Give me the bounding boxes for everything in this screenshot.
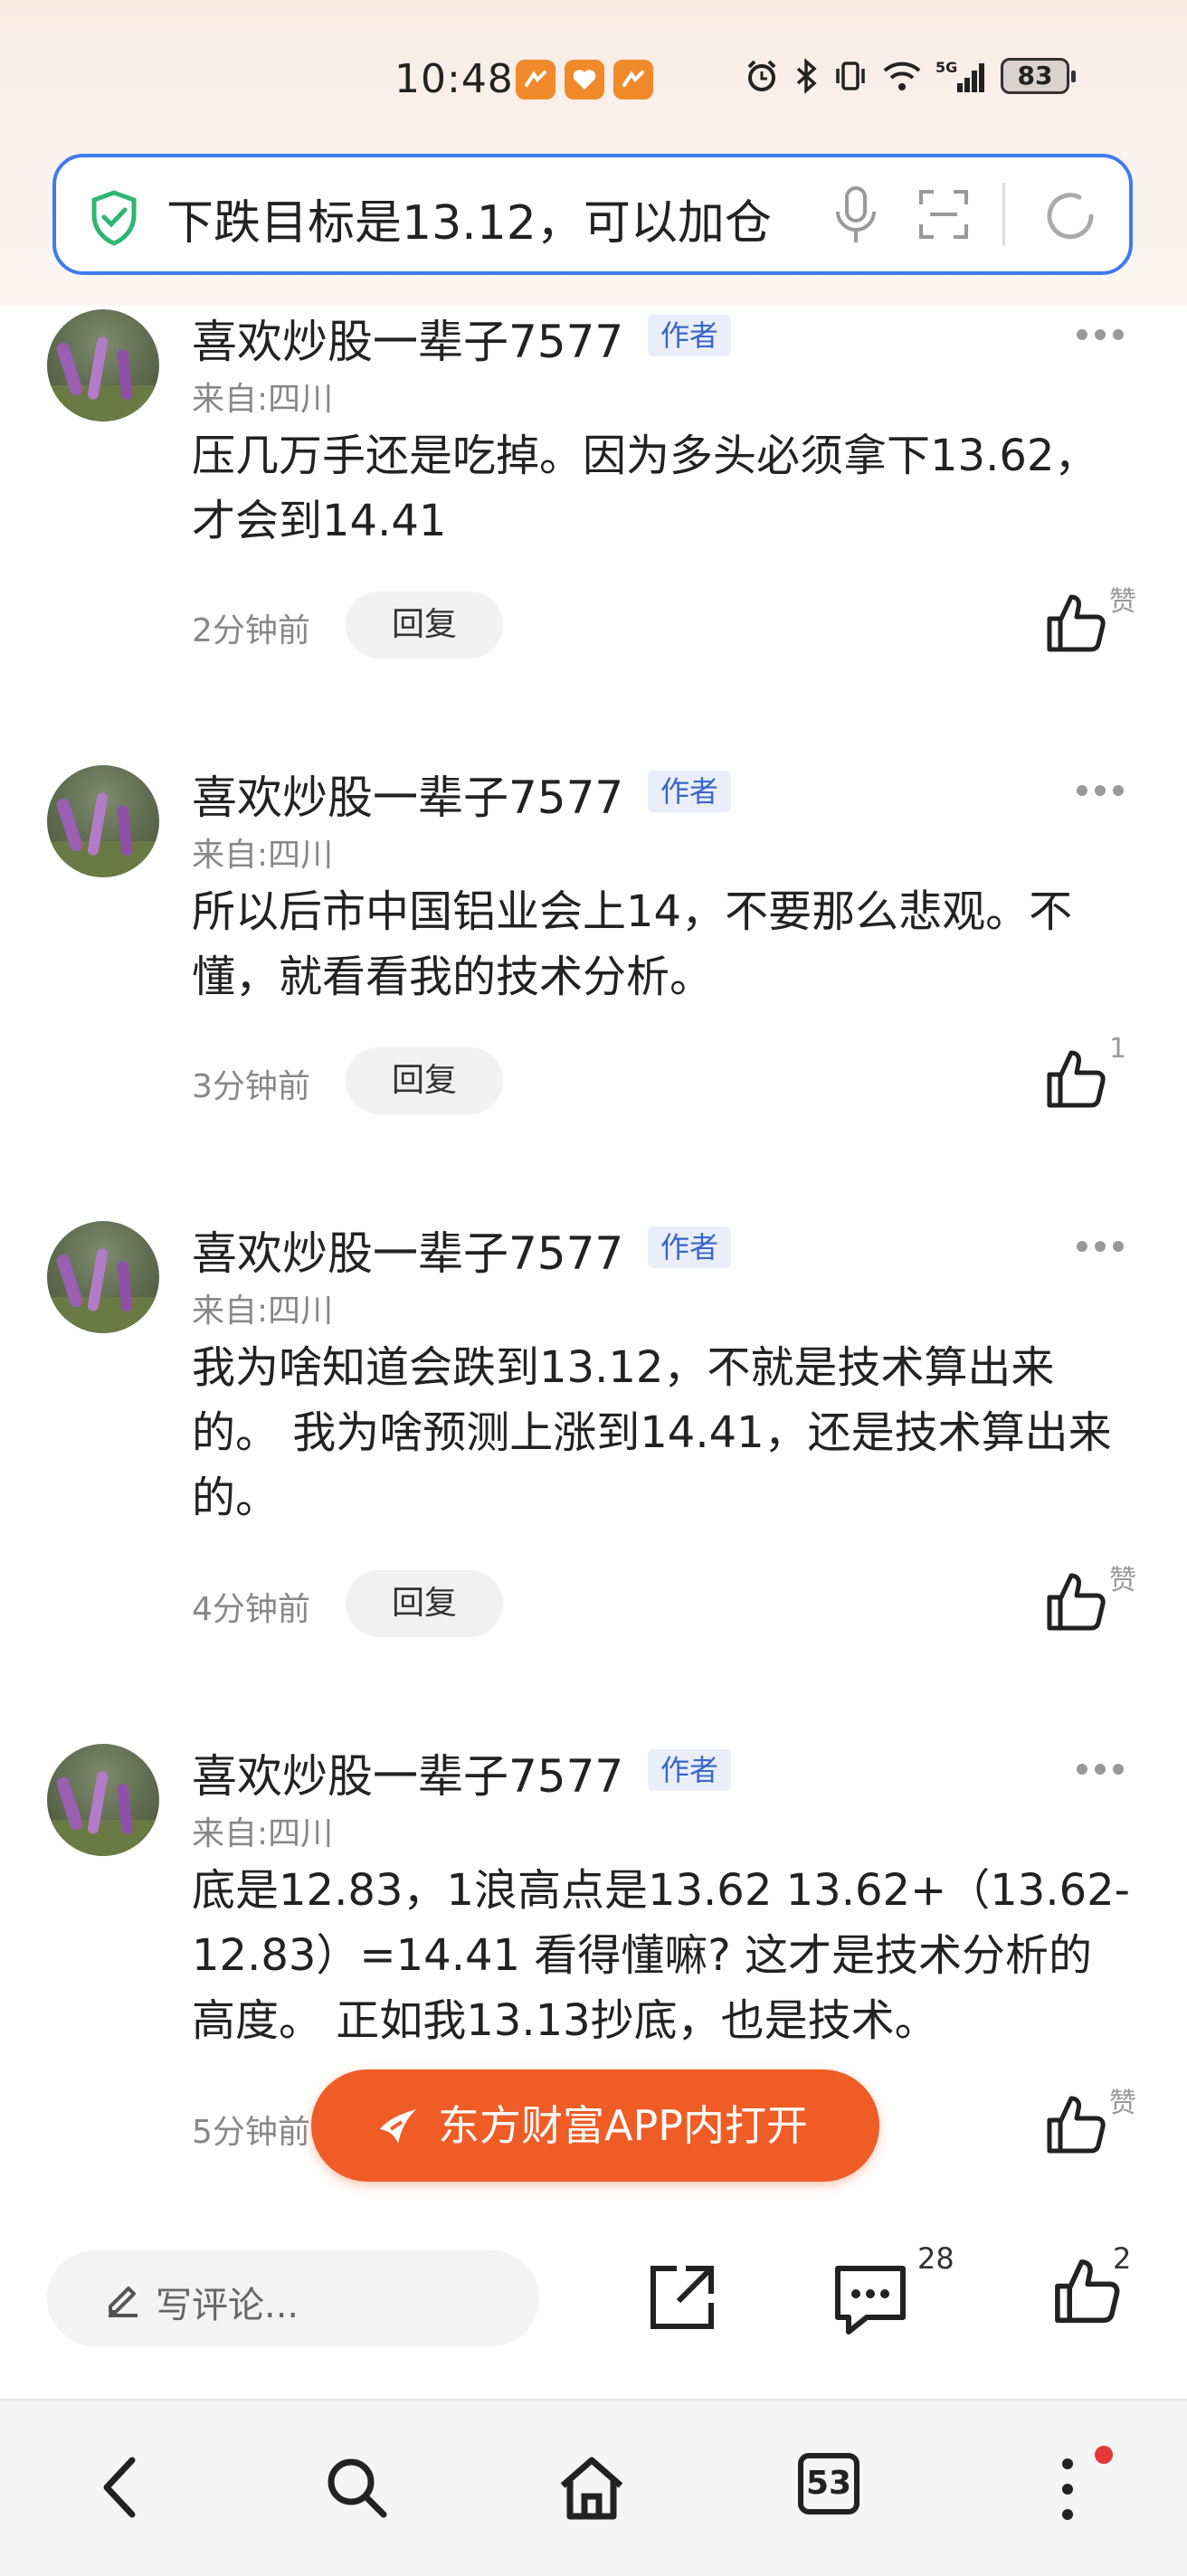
vibrate-icon xyxy=(836,62,865,90)
more-options-icon[interactable] xyxy=(1077,329,1124,340)
thumbs-up-icon[interactable] xyxy=(1042,2091,1107,2156)
signal-icon: 5G xyxy=(935,59,984,92)
search-bar[interactable]: 下跌目标是13.12，可以加仓 xyxy=(52,154,1133,275)
microphone-icon[interactable] xyxy=(832,185,879,248)
comment-content: 所以后市中国铝业会上14，不要那么悲观。不懂，就看看我的技术分析。 xyxy=(192,886,1073,1002)
comment-content: 我为啥知道会跌到13.12，不就是技术算出来的。 我为啥预测上涨到14.41，还… xyxy=(192,1342,1112,1523)
reply-button[interactable]: 回复 xyxy=(346,1570,503,1637)
comment-location: 来自:四川 xyxy=(192,381,334,418)
back-icon[interactable] xyxy=(94,2453,145,2522)
reply-button[interactable]: 回复 xyxy=(346,592,503,658)
more-options-icon[interactable] xyxy=(1077,1764,1124,1775)
thumbs-up-icon[interactable] xyxy=(1042,1046,1107,1111)
svg-text:5G: 5G xyxy=(935,59,957,76)
app-logo-icon xyxy=(380,2109,416,2144)
write-comment-placeholder: 写评论... xyxy=(156,2285,299,2326)
wifi-icon xyxy=(883,62,921,90)
thumbs-up-icon[interactable] xyxy=(1042,1568,1107,1634)
comment-count: 28 xyxy=(917,2241,954,2276)
comment-time: 4分钟前 xyxy=(192,1591,310,1628)
comment-time: 5分钟前 xyxy=(192,2114,310,2151)
comment-location: 来自:四川 xyxy=(192,837,334,874)
battery-indicator: 83 xyxy=(1001,58,1076,94)
bluetooth-icon xyxy=(796,58,817,94)
comment-username[interactable]: 喜欢炒股一辈子7577 xyxy=(192,306,623,371)
tabs-button[interactable]: 53 xyxy=(798,2453,859,2514)
avatar[interactable] xyxy=(47,1221,159,1333)
author-tag: 作者 xyxy=(648,1749,732,1791)
like-count: 赞 xyxy=(1109,586,1136,618)
scan-icon[interactable] xyxy=(917,188,970,241)
author-tag: 作者 xyxy=(648,1226,732,1268)
comment-action-bar: 写评论... 28 2 xyxy=(0,2214,1187,2395)
search-icon[interactable] xyxy=(322,2453,391,2522)
thumbs-up-icon[interactable] xyxy=(1042,590,1107,655)
write-comment-input[interactable]: 写评论... xyxy=(47,2250,539,2346)
avatar[interactable] xyxy=(47,309,159,421)
refresh-icon[interactable] xyxy=(1040,186,1100,246)
like-count: 1 xyxy=(1109,1033,1127,1065)
like-count: 赞 xyxy=(1109,2088,1136,2119)
app-notification-icon xyxy=(516,60,556,99)
open-in-app-label: 东方财富APP内打开 xyxy=(438,2101,808,2150)
comment-content: 压几万手还是吃掉。因为多头必须拿下13.62，才会到14.41 xyxy=(192,431,1098,546)
share-icon[interactable] xyxy=(644,2259,720,2335)
notification-dot xyxy=(1095,2446,1113,2464)
like-count: 赞 xyxy=(1109,1565,1136,1596)
comment-time: 3分钟前 xyxy=(192,1068,310,1105)
top-area: 10:48 5G 83 下跌目标是13.12，可以加仓 xyxy=(0,0,1187,306)
status-indicators: 5G 83 xyxy=(744,58,1076,94)
comment-icon[interactable] xyxy=(831,2259,910,2339)
like-total-count: 2 xyxy=(1113,2241,1132,2276)
avatar[interactable] xyxy=(47,1744,159,1856)
home-icon[interactable] xyxy=(556,2453,628,2522)
comment-content: 底是12.83，1浪高点是13.62 13.62+（13.62-12.83）=1… xyxy=(192,1865,1130,2046)
avatar[interactable] xyxy=(47,765,159,877)
more-options-icon[interactable] xyxy=(1077,785,1124,796)
status-time: 10:48 xyxy=(394,56,514,102)
notification-icons xyxy=(516,60,653,99)
comment-username[interactable]: 喜欢炒股一辈子7577 xyxy=(192,1740,623,1805)
comment-location: 来自:四川 xyxy=(192,1293,334,1330)
open-in-app-button[interactable]: 东方财富APP内打开 xyxy=(311,2069,879,2182)
search-query-text[interactable]: 下跌目标是13.12，可以加仓 xyxy=(166,185,772,252)
search-divider xyxy=(1002,183,1005,246)
heart-notification-icon xyxy=(565,60,604,99)
shield-check-icon xyxy=(91,190,137,246)
tabs-count: 53 xyxy=(798,2453,859,2514)
comment-username[interactable]: 喜欢炒股一辈子7577 xyxy=(192,762,623,827)
app-notification-icon-2 xyxy=(613,60,653,99)
menu-button[interactable] xyxy=(1049,2446,1113,2525)
thumbs-up-icon[interactable] xyxy=(1049,2254,1122,2326)
pen-icon xyxy=(109,2287,138,2317)
more-vertical-icon xyxy=(1062,2458,1073,2520)
more-options-icon[interactable] xyxy=(1077,1241,1124,1252)
alarm-icon xyxy=(747,60,776,91)
comment-username[interactable]: 喜欢炒股一辈子7577 xyxy=(192,1217,623,1283)
browser-nav-bar: 53 xyxy=(0,2399,1187,2576)
comment-location: 来自:四川 xyxy=(192,1815,334,1852)
comment-time: 2分钟前 xyxy=(192,612,310,649)
author-tag: 作者 xyxy=(648,771,732,812)
status-bar: 10:48 5G 83 xyxy=(0,52,1187,107)
reply-button[interactable]: 回复 xyxy=(346,1047,503,1114)
author-tag: 作者 xyxy=(648,315,732,356)
